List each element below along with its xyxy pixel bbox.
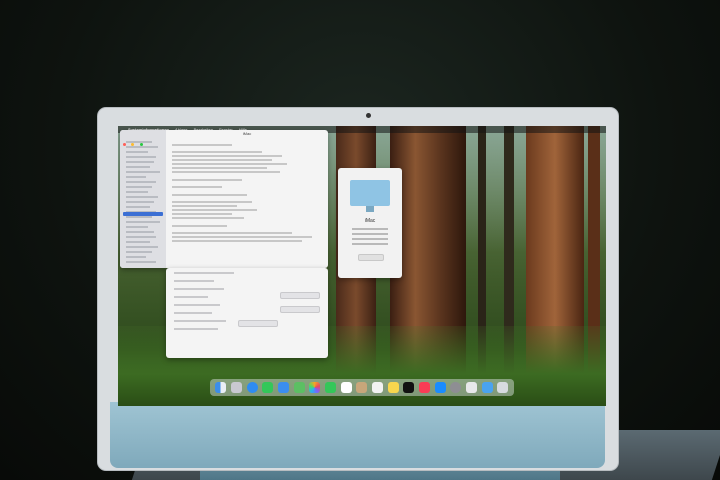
imac-icon (350, 180, 390, 206)
messages-icon[interactable] (262, 382, 274, 393)
imac-chin (110, 402, 605, 468)
sidebar-item[interactable] (126, 246, 158, 248)
imac-screen: Systeminformationen Ablage Bearbeiten Fe… (118, 126, 606, 406)
sidebar-item[interactable] (126, 161, 154, 163)
sidebar-item[interactable] (126, 196, 158, 198)
sidebar-item[interactable] (126, 261, 156, 263)
settings-window[interactable] (166, 268, 328, 358)
settings-row[interactable] (174, 328, 218, 330)
settings-row[interactable] (174, 280, 214, 282)
settings-row[interactable] (174, 320, 226, 322)
mail-icon[interactable] (278, 382, 290, 393)
music-icon[interactable] (419, 382, 431, 393)
sidebar-item[interactable] (126, 176, 146, 178)
sidebar-item[interactable] (126, 166, 150, 168)
finder-icon[interactable] (215, 382, 227, 393)
close-icon[interactable] (123, 143, 126, 146)
camera-icon (366, 113, 371, 118)
sidebar-item[interactable] (126, 231, 154, 233)
settings-icon[interactable] (450, 382, 462, 393)
sidebar-item[interactable] (126, 151, 148, 153)
trash-icon[interactable] (497, 382, 509, 393)
sidebar-item[interactable] (126, 181, 156, 183)
notes-icon[interactable] (387, 382, 399, 393)
imac-stand-icon (366, 206, 374, 212)
sidebar-item[interactable] (126, 221, 160, 223)
sidebar-item[interactable] (126, 251, 152, 253)
sidebar-item[interactable] (126, 191, 148, 193)
sidebar-item[interactable] (126, 216, 152, 218)
sidebar-item[interactable] (126, 226, 148, 228)
settings-row[interactable] (174, 272, 234, 274)
window-title: iMac (242, 131, 252, 136)
settings-button[interactable] (280, 292, 320, 299)
facetime-icon[interactable] (325, 382, 337, 393)
preview-icon[interactable] (466, 382, 478, 393)
settings-row[interactable] (174, 312, 212, 314)
sidebar-item[interactable] (126, 256, 146, 258)
sidebar-item[interactable] (126, 206, 150, 208)
settings-row[interactable] (174, 304, 220, 306)
settings-button[interactable] (238, 320, 278, 327)
safari-icon[interactable] (246, 382, 258, 393)
window-controls (123, 133, 144, 151)
appstore-icon[interactable] (434, 382, 446, 393)
zoom-icon[interactable] (139, 143, 143, 146)
sidebar-item-selected[interactable] (123, 212, 163, 216)
system-info-content (172, 142, 320, 242)
settings-button[interactable] (280, 306, 320, 313)
settings-row[interactable] (174, 296, 208, 298)
downloads-icon[interactable] (481, 382, 493, 393)
settings-row[interactable] (174, 288, 224, 290)
minimize-icon[interactable] (131, 143, 135, 146)
sidebar-item[interactable] (126, 186, 152, 188)
about-this-mac-window[interactable]: iMac (338, 168, 402, 278)
tv-icon[interactable] (403, 382, 415, 393)
sidebar-item[interactable] (126, 236, 156, 238)
about-spec (352, 228, 388, 230)
calendar-icon[interactable] (340, 382, 352, 393)
reminders-icon[interactable] (372, 382, 384, 393)
launchpad-icon[interactable] (231, 382, 242, 393)
system-info-window[interactable]: iMac (120, 130, 328, 268)
dock (210, 379, 514, 396)
sidebar-item[interactable] (126, 156, 156, 158)
maps-icon[interactable] (293, 382, 305, 393)
system-info-sidebar (120, 130, 166, 268)
sidebar-item[interactable] (126, 241, 150, 243)
about-spec (352, 233, 388, 235)
about-spec (352, 243, 388, 245)
more-info-button[interactable] (358, 254, 384, 261)
about-title: iMac (364, 218, 376, 224)
about-spec (352, 238, 388, 240)
photos-icon[interactable] (309, 382, 321, 393)
sidebar-item[interactable] (126, 201, 154, 203)
contacts-icon[interactable] (356, 382, 368, 393)
sidebar-item[interactable] (126, 171, 160, 173)
